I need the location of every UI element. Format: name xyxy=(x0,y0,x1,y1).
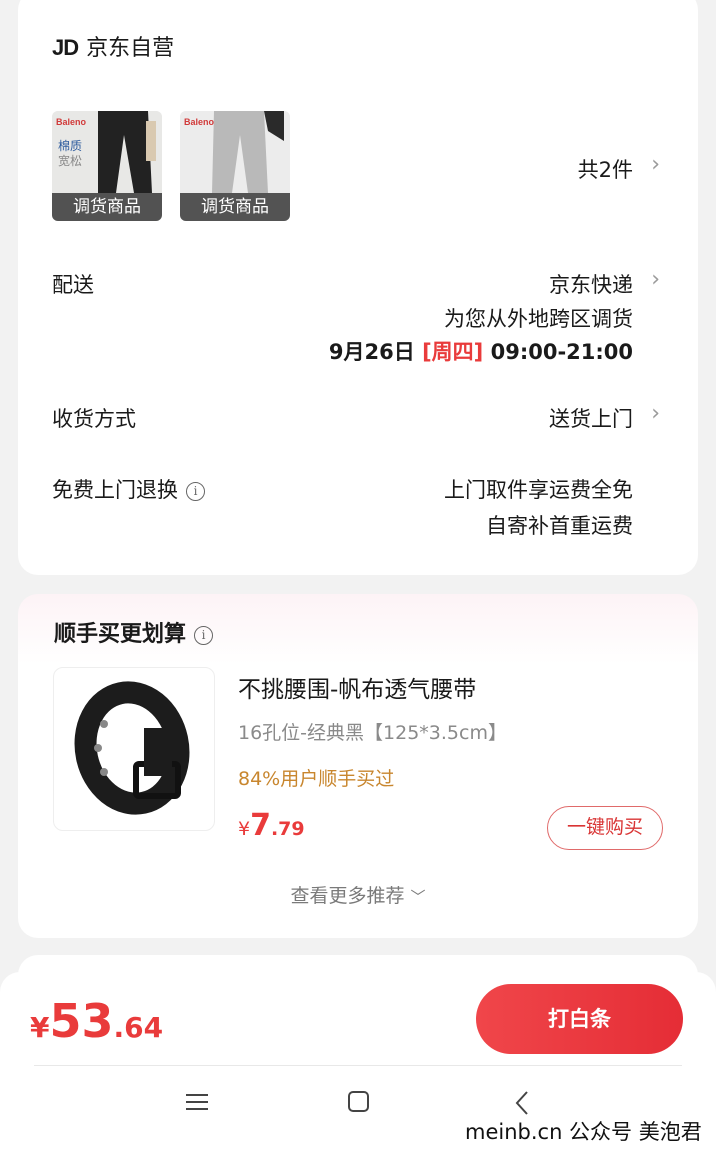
recommend-title-row: 顺手买更划算 i xyxy=(54,616,214,648)
belt-product-image[interactable] xyxy=(53,667,215,831)
free-return-line2: 自寄补首重运费 xyxy=(486,514,633,538)
free-return-label: 免费上门退换 xyxy=(52,478,178,502)
divider xyxy=(34,1065,682,1066)
price-integer: 7 xyxy=(250,808,271,843)
order-card: JD 京东自营 Baleno 棉质 宽松 调货商品 Baleno 调货商品 共2件 … xyxy=(18,0,698,575)
chevron-right-icon[interactable]: › xyxy=(651,401,660,426)
product-side-text: 棉质 宽松 xyxy=(58,139,83,168)
jd-logo: JD xyxy=(52,35,79,60)
chevron-right-icon[interactable]: › xyxy=(651,152,660,177)
recommend-product-price: ¥7.79 xyxy=(238,808,305,843)
watermark-text: meinb.cn 公众号 美泡君 xyxy=(465,1120,702,1144)
chevron-right-icon[interactable]: › xyxy=(651,267,660,292)
total-price: ¥53.64 xyxy=(30,994,163,1048)
info-icon[interactable]: i xyxy=(194,625,214,645)
checkout-bar: ¥53.64 打白条 meinb.cn 公众号 美泡君 xyxy=(0,972,716,1151)
see-more-label: 查看更多推荐 xyxy=(290,885,405,907)
recommend-product-spec: 16孔位-经典黑【125*3.5cm】 xyxy=(238,722,507,744)
total-price-symbol: ¥ xyxy=(30,1011,50,1044)
free-return-line1: 上门取件享运费全免 xyxy=(444,478,633,502)
nav-home-icon[interactable] xyxy=(347,1090,371,1121)
belt-icon xyxy=(74,681,190,815)
transfer-goods-tag: 调货商品 xyxy=(180,193,290,221)
receive-method-label: 收货方式 xyxy=(52,407,136,431)
product-thumb-2[interactable]: Baleno 调货商品 xyxy=(180,111,290,221)
transfer-goods-tag: 调货商品 xyxy=(52,193,162,221)
delivery-carrier[interactable]: 京东快递 xyxy=(549,269,633,299)
delivery-note: 为您从外地跨区调货 xyxy=(444,307,633,331)
brand-label: Baleno xyxy=(184,117,215,127)
store-header[interactable]: JD 京东自营 xyxy=(52,30,174,62)
recommend-product-stat: 84%用户顺手买过 xyxy=(238,768,395,790)
info-icon[interactable]: i xyxy=(186,481,205,501)
brand-label: Baleno xyxy=(56,117,87,127)
store-name: 京东自营 xyxy=(86,36,175,61)
see-more-recommendations[interactable]: 查看更多推荐 ﹀ xyxy=(18,881,698,908)
receive-method-value[interactable]: 送货上门 xyxy=(549,403,633,433)
delivery-date: 9月26日 xyxy=(328,340,415,364)
recommend-card: 顺手买更划算 i 不挑腰围-帆布透气腰带 16孔位-经典黑【125*3.5cm】 … xyxy=(18,594,698,938)
price-symbol: ¥ xyxy=(238,818,251,840)
total-price-decimal: .64 xyxy=(113,1011,164,1044)
one-click-buy-button[interactable]: 一键购买 xyxy=(547,806,663,850)
nav-menu-icon[interactable] xyxy=(186,1090,210,1120)
product-thumb-1[interactable]: Baleno 棉质 宽松 调货商品 xyxy=(52,111,162,221)
free-return-row: 免费上门退换 i xyxy=(52,474,205,504)
delivery-weekday: [周四] xyxy=(422,340,484,364)
price-decimal: .79 xyxy=(270,818,305,840)
delivery-hours: 09:00-21:00 xyxy=(490,340,633,364)
recommend-product-name[interactable]: 不挑腰围-帆布透气腰带 xyxy=(238,670,476,704)
total-price-integer: 53 xyxy=(49,994,114,1048)
delivery-label: 配送 xyxy=(52,273,94,297)
baitiao-pay-button[interactable]: 打白条 xyxy=(476,984,683,1054)
item-count[interactable]: 共2件 xyxy=(578,154,633,184)
recommend-title: 顺手买更划算 xyxy=(54,622,187,647)
chevron-down-icon: ﹀ xyxy=(410,888,426,906)
delivery-time: 9月26日 [周四] 09:00-21:00 xyxy=(329,336,633,366)
